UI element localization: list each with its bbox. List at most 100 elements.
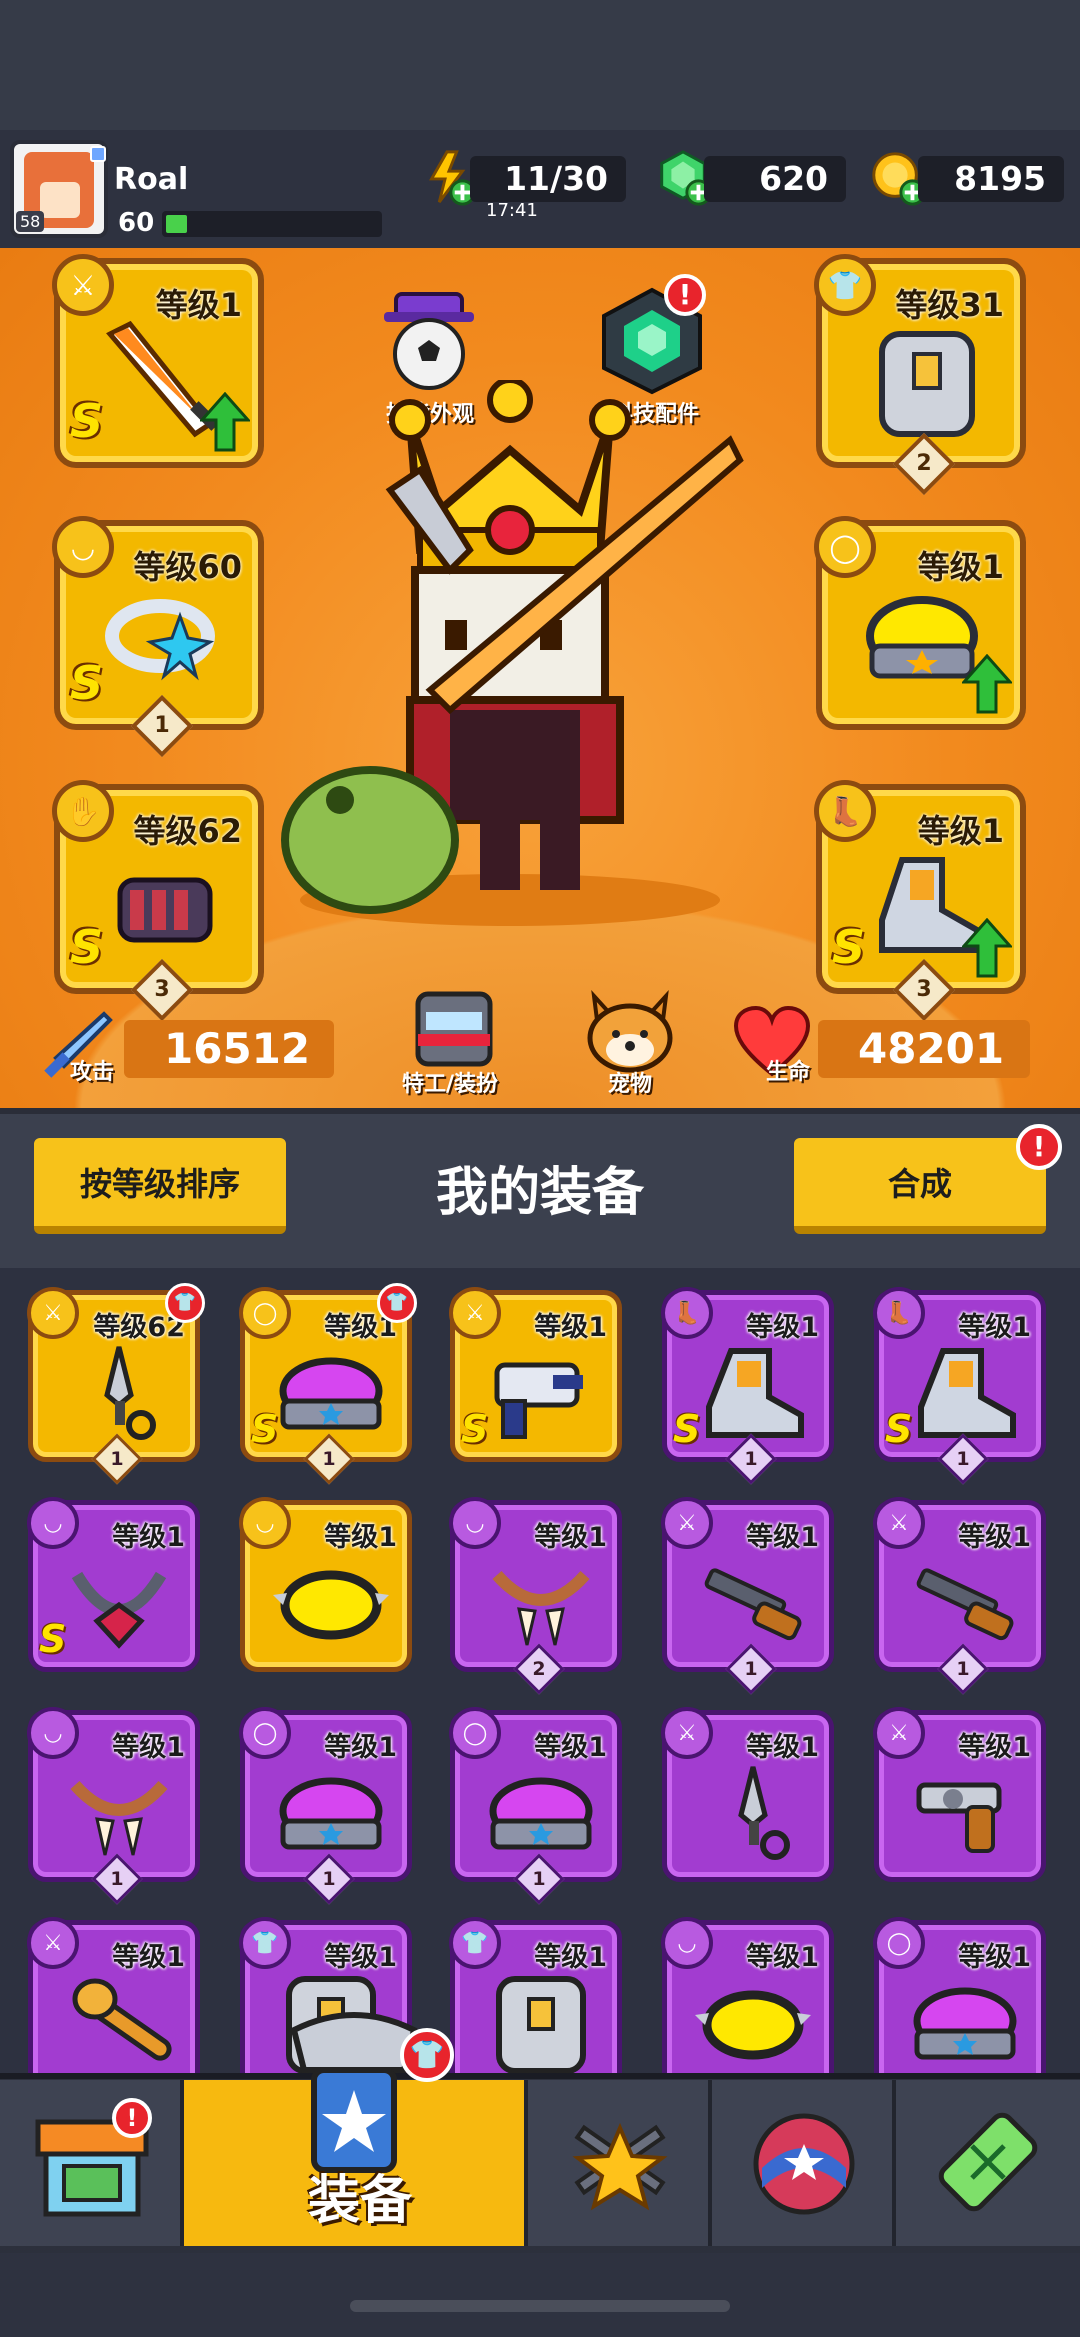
attack-label: 攻击 — [70, 1060, 115, 1085]
inventory-item[interactable]: ⚔ 等级1 1 — [661, 1497, 834, 1695]
item-count: 1 — [110, 1868, 124, 1890]
slot-belt[interactable]: ◯ 等级1 — [814, 516, 1026, 730]
weapon-type-icon: ⚔ — [661, 1497, 713, 1549]
slot-weapon[interactable]: ⚔ 等级1 S — [52, 254, 264, 468]
attack-value: 16512 — [124, 1020, 334, 1078]
necklace-type-icon: ◡ — [239, 1497, 291, 1549]
item-level: 等级1 — [746, 1732, 819, 1763]
coin-value: 8195 — [918, 156, 1064, 202]
energy-icon[interactable] — [418, 148, 476, 206]
pet-dog-icon[interactable] — [580, 988, 680, 1074]
equipment-notification-badge: 👕 — [400, 2028, 454, 2082]
fang-necklace-icon — [492, 1570, 590, 1646]
item-level: 等级1 — [112, 1942, 185, 1973]
inventory-item[interactable]: ⚔ 等级1 — [873, 1707, 1046, 1882]
armor-icon — [496, 1976, 586, 2073]
belt-type-icon: ◯ — [239, 1287, 291, 1339]
belt-icon — [279, 1357, 383, 1430]
glove-type-icon: ✋ — [52, 780, 114, 842]
inventory-item[interactable]: 👕 等级1 — [449, 1917, 622, 2073]
tab-lab[interactable] — [896, 2080, 1080, 2246]
inventory-item[interactable]: ◡ 等级1 — [239, 1497, 412, 1672]
tab-shop[interactable]: ! — [0, 2080, 184, 2246]
slot-count: 3 — [154, 977, 170, 1002]
slot-count: 3 — [916, 977, 932, 1002]
inventory-item[interactable]: ⚔ 等级1 — [27, 1917, 200, 2073]
item-count: 1 — [744, 1448, 758, 1470]
weapon-type-icon: ⚔ — [661, 1707, 713, 1759]
energy-timer: 17:41 — [486, 200, 538, 221]
shotgun-icon — [916, 1568, 1014, 1641]
upgrade-arrow-icon — [200, 392, 250, 452]
item-count: 1 — [744, 1658, 758, 1680]
weapon-type-icon: ⚔ — [27, 1917, 79, 1969]
bat-icon — [72, 1978, 172, 2061]
inventory-item[interactable]: 👢 等级1 S 1 — [873, 1287, 1046, 1485]
armor-type-icon: 👕 — [814, 254, 876, 316]
belt-icon — [489, 1777, 593, 1850]
boots-type-icon: 👢 — [873, 1287, 925, 1339]
hp-value: 48201 — [818, 1020, 1030, 1078]
fang-necklace-icon — [70, 1780, 168, 1856]
kunai-icon — [738, 1766, 790, 1860]
belt-type-icon: ◯ — [814, 516, 876, 578]
upgrade-arrow-icon — [962, 654, 1012, 714]
weapon-type-icon: ⚔ — [873, 1707, 925, 1759]
inventory-item[interactable]: ◯ 等级1 1 — [239, 1707, 412, 1905]
necklace-type-icon: ◡ — [449, 1497, 501, 1549]
necklace-type-icon: ◡ — [661, 1917, 713, 1969]
gauntlet-icon — [117, 877, 213, 943]
agent-outfit-label: 特工/装扮 — [401, 1072, 499, 1097]
equipped-marker-icon: 👕 — [377, 1283, 417, 1323]
home-indicator[interactable] — [350, 2300, 730, 2312]
item-level: 等级1 — [534, 1942, 607, 1973]
shop-notification-badge: ! — [112, 2098, 152, 2138]
inventory-grid: ⚔ 等级62 1 👕 ◯ 等级1 S 1 👕 ⚔ 等级1 S 👢 等级1 S 1 👢 等级1 S 1 ◡ 等级1 S ◡ 等级1… — [0, 1268, 1080, 2073]
inventory-item[interactable]: ◡ 等级1 2 — [449, 1497, 622, 1695]
inventory-item[interactable]: ◯ 等级1 — [873, 1917, 1046, 2073]
slot-boots[interactable]: 👢 等级1 S 3 — [814, 780, 1026, 1022]
inventory-item[interactable]: ⚔ 等级1 — [661, 1707, 834, 1882]
avatar-badge: 58 — [16, 211, 45, 232]
inventory-item[interactable]: ⚔ 等级62 1 👕 — [27, 1283, 205, 1485]
player-avatar[interactable]: 58 — [10, 140, 108, 238]
armor-type-icon: 👕 — [449, 1917, 501, 1969]
hp-label: 生命 — [766, 1060, 811, 1085]
inventory-item[interactable]: ◡ 等级1 S — [27, 1497, 200, 1672]
equipped-marker-icon: 👕 — [165, 1283, 205, 1323]
slot-glove[interactable]: ✋ 等级62 S 3 — [52, 780, 264, 1022]
item-level: 等级1 — [112, 1732, 185, 1763]
inventory-item[interactable]: ⚔ 等级1 1 — [873, 1497, 1046, 1695]
inventory-item[interactable]: 👢 等级1 S 1 — [661, 1287, 834, 1485]
merge-button[interactable]: 合成 — [794, 1138, 1046, 1234]
inventory-item[interactable]: ◡ 等级1 — [661, 1917, 834, 2073]
tab-events[interactable] — [712, 2080, 896, 2246]
inventory-item[interactable]: ◯ 等级1 S 1 👕 — [239, 1283, 417, 1485]
inventory-item[interactable]: ⚔ 等级1 S — [449, 1287, 622, 1462]
equipment-title: 我的装备 — [435, 1163, 644, 1223]
belt-type-icon: ◯ — [873, 1917, 925, 1969]
energy-value: 11/30 — [470, 156, 626, 202]
spiked-collar-icon — [273, 1570, 389, 1640]
lab-icon — [938, 2112, 1038, 2212]
inventory-item[interactable]: ◡ 等级1 1 — [27, 1707, 200, 1905]
item-level: 等级1 — [324, 1942, 397, 1973]
gem-value: 620 — [704, 156, 846, 202]
item-level: 等级1 — [534, 1732, 607, 1763]
item-level: 等级1 — [746, 1312, 819, 1343]
tab-skills[interactable] — [528, 2080, 712, 2246]
inventory-item[interactable]: ◯ 等级1 1 — [449, 1707, 622, 1905]
sort-by-level-button[interactable]: 按等级排序 — [34, 1138, 286, 1234]
item-level: 等级1 — [958, 1522, 1031, 1553]
item-rank: S — [461, 1407, 489, 1451]
agent-outfit-icon[interactable] — [404, 988, 504, 1068]
boots-type-icon: 👢 — [661, 1287, 713, 1339]
item-level: 等级1 — [324, 1522, 397, 1553]
kunai-icon — [104, 1346, 156, 1440]
slot-necklace[interactable]: ◡ 等级60 S 1 — [52, 516, 264, 758]
soccer-ball-icon[interactable] — [374, 284, 484, 394]
item-level: 等级1 — [958, 1942, 1031, 1973]
item-level: 等级1 — [746, 1942, 819, 1973]
slot-armor[interactable]: 👕 等级31 2 — [814, 254, 1026, 496]
xp-bar — [162, 211, 382, 237]
